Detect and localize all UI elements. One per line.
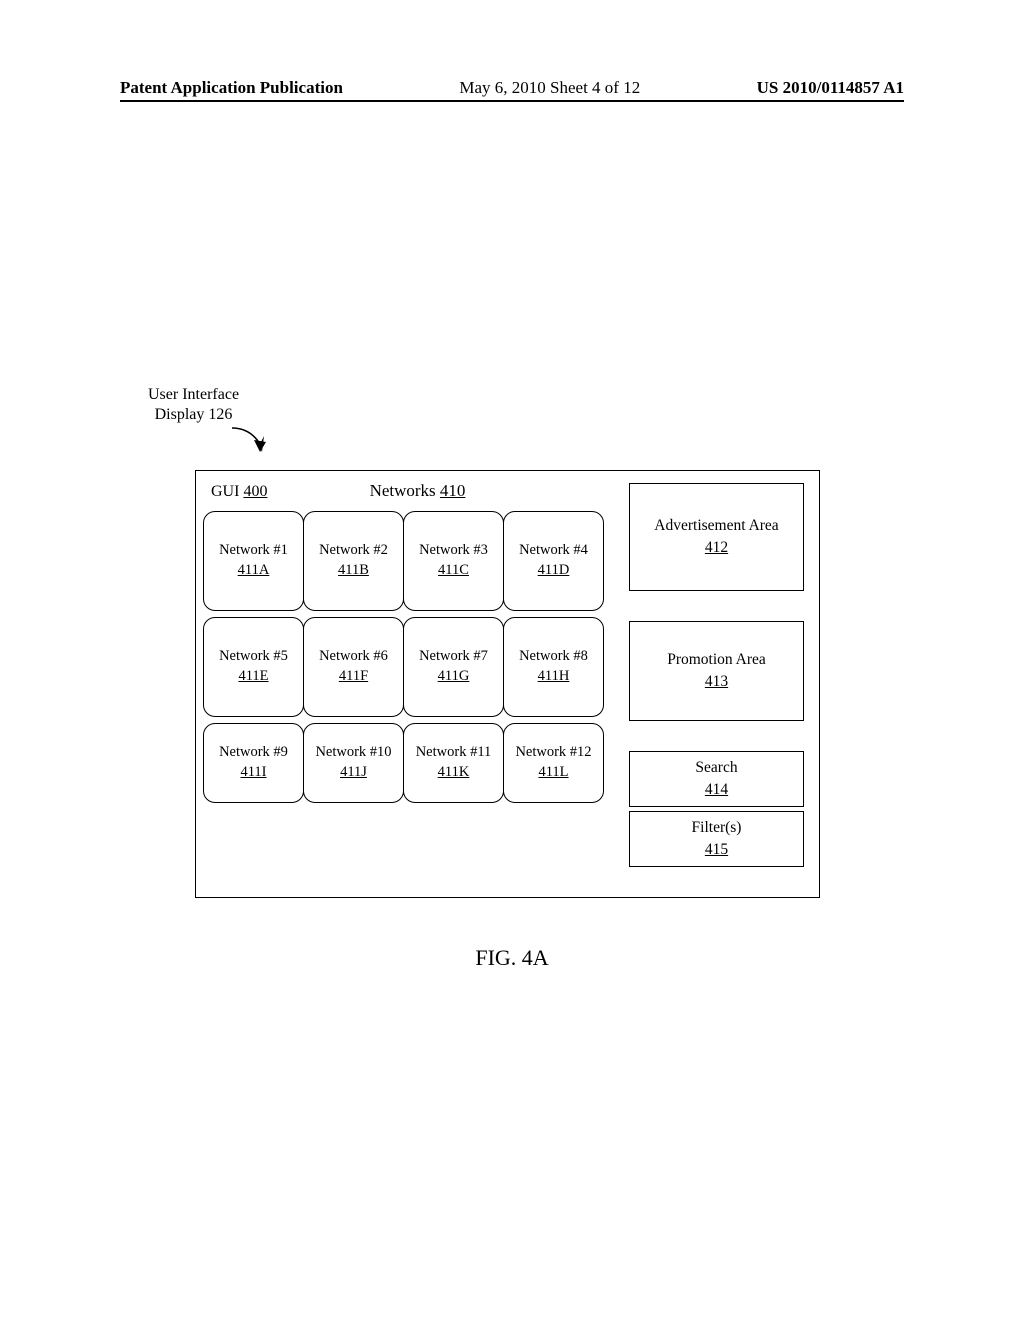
network-tile-ref: 411E <box>238 667 268 687</box>
network-tile-title: Network #5 <box>219 647 288 667</box>
network-tile-title: Network #2 <box>319 541 388 561</box>
network-tile-title: Network #6 <box>319 647 388 667</box>
network-tile[interactable]: Network #4411D <box>503 511 604 611</box>
network-tile[interactable]: Network #5411E <box>203 617 304 717</box>
header-date-sheet: May 6, 2010 Sheet 4 of 12 <box>459 78 640 98</box>
advertisement-area-ref: 412 <box>705 537 728 559</box>
figure-caption: FIG. 4A <box>0 945 1024 971</box>
network-tile-ref: 411J <box>340 763 367 783</box>
network-tile-title: Network #9 <box>219 743 288 763</box>
filters-area-ref: 415 <box>705 839 728 861</box>
callout-line1: User Interface <box>148 385 239 405</box>
network-tile[interactable]: Network #7411G <box>403 617 504 717</box>
network-tile[interactable]: Network #10411J <box>303 723 404 803</box>
network-tile-title: Network #7 <box>419 647 488 667</box>
network-tile-title: Network #1 <box>219 541 288 561</box>
network-tile-title: Network #3 <box>419 541 488 561</box>
promotion-area: Promotion Area 413 <box>629 621 804 721</box>
networks-header: Networks 410 <box>196 481 639 501</box>
network-tile-title: Network #10 <box>315 743 391 763</box>
search-area-ref: 414 <box>705 779 728 801</box>
network-tile-ref: 411A <box>238 561 270 581</box>
header-pubnum: US 2010/0114857 A1 <box>757 78 904 98</box>
network-tile-ref: 411H <box>538 667 570 687</box>
network-tile[interactable]: Network #12411L <box>503 723 604 803</box>
advertisement-area: Advertisement Area 412 <box>629 483 804 591</box>
header-publication: Patent Application Publication <box>120 78 343 98</box>
network-tile-ref: 411F <box>339 667 368 687</box>
page: Patent Application Publication May 6, 20… <box>0 0 1024 1320</box>
network-tile-ref: 411G <box>438 667 470 687</box>
network-tile[interactable]: Network #1411A <box>203 511 304 611</box>
network-tile[interactable]: Network #8411H <box>503 617 604 717</box>
callout-line2: Display 126 <box>148 405 239 425</box>
search-area[interactable]: Search 414 <box>629 751 804 807</box>
network-tile[interactable]: Network #11411K <box>403 723 504 803</box>
filters-area[interactable]: Filter(s) 415 <box>629 811 804 867</box>
network-tile-title: Network #12 <box>515 743 591 763</box>
network-tile-ref: 411C <box>438 561 469 581</box>
network-tile-ref: 411B <box>338 561 369 581</box>
page-header: Patent Application Publication May 6, 20… <box>120 78 904 98</box>
advertisement-area-title: Advertisement Area <box>654 515 778 537</box>
callout-arrow-icon <box>230 426 266 454</box>
networks-grid-top: Network #1411A Network #2411B Network #3… <box>204 511 604 717</box>
network-tile-ref: 411D <box>538 561 570 581</box>
gui-frame: GUI 400 Networks 410 Network #1411A Netw… <box>195 470 820 898</box>
network-tile-title: Network #8 <box>519 647 588 667</box>
search-area-title: Search <box>695 757 737 779</box>
network-tile-ref: 411I <box>240 763 266 783</box>
network-tile-title: Network #11 <box>416 743 492 763</box>
network-tile[interactable]: Network #9411I <box>203 723 304 803</box>
network-tile-title: Network #4 <box>519 541 588 561</box>
networks-header-ref: 410 <box>440 481 466 500</box>
network-tile[interactable]: Network #3411C <box>403 511 504 611</box>
network-tile[interactable]: Network #2411B <box>303 511 404 611</box>
network-tile-ref: 411L <box>538 763 568 783</box>
callout-user-interface-display: User Interface Display 126 <box>148 385 239 425</box>
promotion-area-title: Promotion Area <box>667 649 766 671</box>
header-rule <box>120 100 904 102</box>
promotion-area-ref: 413 <box>705 671 728 693</box>
networks-header-pre: Networks <box>370 481 440 500</box>
networks-grid-bottom: Network #9411I Network #10411J Network #… <box>204 723 604 803</box>
network-tile-ref: 411K <box>438 763 470 783</box>
network-tile[interactable]: Network #6411F <box>303 617 404 717</box>
callout-line2-num: 126 <box>208 406 232 423</box>
filters-area-title: Filter(s) <box>692 817 742 839</box>
callout-line2-pre: Display <box>155 406 209 423</box>
